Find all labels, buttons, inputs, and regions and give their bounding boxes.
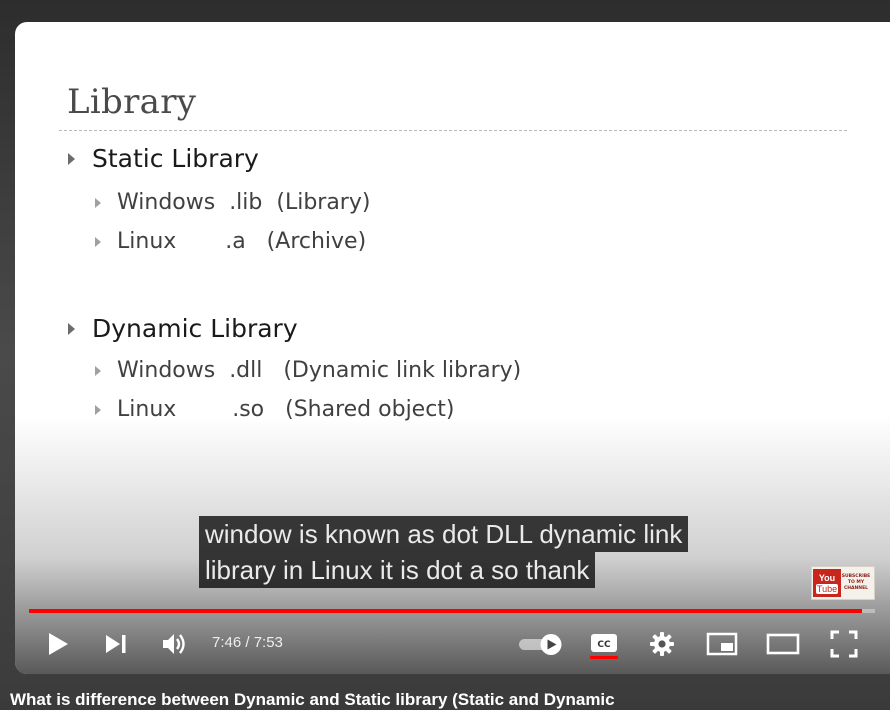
autoplay-toggle-icon	[519, 634, 562, 655]
sub-bullet-arrow-icon	[95, 404, 101, 415]
video-player[interactable]: Library Static Library Windows .lib (Lib…	[15, 22, 890, 674]
next-icon	[106, 635, 126, 653]
theater-mode-button[interactable]	[765, 622, 801, 666]
captions-icon: CC	[590, 634, 618, 659]
caption-window[interactable]: window is known as dot DLL dynamic link …	[199, 516, 689, 588]
bullet-arrow-icon	[68, 152, 75, 165]
next-button[interactable]	[101, 622, 131, 666]
video-title[interactable]: What is difference between Dynamic and S…	[10, 690, 890, 710]
youtube-logo-icon: You Tube	[813, 569, 841, 597]
fullscreen-button[interactable]	[827, 622, 861, 666]
svg-text:CC: CC	[597, 640, 611, 650]
fullscreen-icon	[830, 630, 858, 658]
sub-bullet-arrow-icon	[95, 365, 101, 376]
volume-button[interactable]	[160, 622, 190, 666]
play-button[interactable]	[41, 622, 75, 666]
settings-button[interactable]	[647, 622, 677, 666]
miniplayer-icon	[706, 632, 738, 656]
bullet-arrow-icon	[68, 322, 75, 335]
caption-line: window is known as dot DLL dynamic link	[199, 516, 689, 552]
title-divider	[59, 130, 847, 131]
time-display: 7:46 / 7:53	[212, 634, 283, 651]
bullet-static-windows: Windows .lib (Library)	[95, 190, 370, 215]
bullet-dynamic-windows: Windows .dll (Dynamic link library)	[95, 358, 521, 383]
section-heading: Dynamic Library	[92, 314, 298, 343]
captions-button[interactable]: CC	[587, 622, 621, 666]
slide-title: Library	[67, 82, 197, 122]
section-item: Windows .dll (Dynamic link library)	[117, 358, 522, 383]
progress-bar[interactable]	[29, 609, 875, 613]
watermark-text: SUBSCRIBE TO MY CHANNEL	[841, 574, 871, 591]
progress-played	[29, 609, 863, 613]
player-controls: CC	[15, 622, 890, 666]
watermark-logo-bottom: Tube	[816, 583, 838, 594]
bullet-static-library: Static Library	[68, 144, 259, 173]
bullet-dynamic-library: Dynamic Library	[68, 314, 298, 343]
sub-bullet-arrow-icon	[95, 236, 101, 247]
autoplay-toggle[interactable]	[517, 622, 565, 666]
sub-bullet-arrow-icon	[95, 197, 101, 208]
volume-icon	[163, 634, 185, 654]
section-item: Windows .lib (Library)	[117, 190, 371, 215]
play-icon	[49, 633, 68, 655]
section-item: Linux .a (Archive)	[117, 229, 367, 254]
miniplayer-button[interactable]	[705, 622, 739, 666]
caption-line: library in Linux it is dot a so thank	[199, 552, 596, 588]
settings-icon	[650, 632, 674, 656]
bullet-static-linux: Linux .a (Archive)	[95, 229, 366, 254]
section-heading: Static Library	[92, 144, 259, 173]
channel-watermark[interactable]: You Tube SUBSCRIBE TO MY CHANNEL	[811, 566, 875, 600]
watermark-logo-top: You	[818, 572, 836, 583]
theater-icon	[766, 633, 800, 655]
